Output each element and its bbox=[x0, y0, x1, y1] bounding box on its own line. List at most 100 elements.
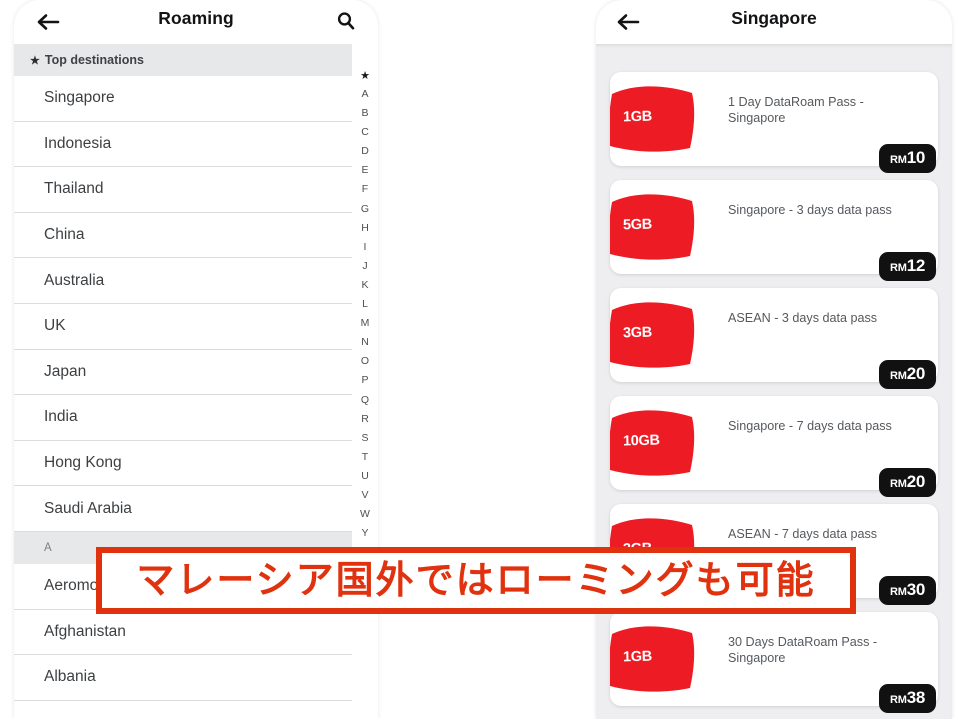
list-item[interactable]: Singapore bbox=[14, 76, 378, 122]
price-currency: RM bbox=[889, 478, 907, 490]
index-letter[interactable]: T bbox=[362, 448, 368, 467]
index-letter[interactable]: S bbox=[361, 429, 368, 448]
pass-title: 1 Day DataRoam Pass - Singapore bbox=[728, 95, 864, 125]
list-item[interactable]: India bbox=[14, 395, 378, 441]
pass-list[interactable]: 1GB 1 Day DataRoam Pass - Singapore RM10… bbox=[596, 44, 952, 719]
price-currency: RM bbox=[889, 370, 907, 382]
data-quota-blob: 5GB bbox=[610, 188, 714, 266]
data-quota-blob: 3GB bbox=[610, 296, 714, 374]
list-item[interactable]: China bbox=[14, 213, 378, 259]
data-quota-label: 3GB bbox=[622, 324, 653, 342]
index-letter[interactable]: F bbox=[362, 180, 368, 199]
price-badge: RM10 bbox=[878, 144, 936, 173]
caption-overlay: マレーシア国外ではローミングも可能 bbox=[96, 547, 856, 614]
list-item[interactable]: Indonesia bbox=[14, 122, 378, 168]
index-letter-star[interactable]: ★ bbox=[360, 68, 370, 85]
list-item[interactable]: Afghanistan bbox=[14, 610, 378, 656]
country-label: Thailand bbox=[44, 180, 104, 198]
price-amount: 10 bbox=[906, 148, 926, 167]
pass-card[interactable]: 3GB ASEAN - 3 days data pass RM20 bbox=[610, 288, 938, 389]
country-label: UK bbox=[44, 317, 66, 335]
index-letter[interactable]: M bbox=[361, 314, 370, 333]
index-letter[interactable]: W bbox=[360, 505, 370, 524]
country-label: Albania bbox=[44, 668, 96, 686]
pass-title: ASEAN - 7 days data pass bbox=[728, 527, 878, 541]
index-letter[interactable]: D bbox=[361, 142, 369, 161]
data-quota-label: 1GB bbox=[622, 108, 653, 126]
country-list[interactable]: ★ Top destinations Singapore Indonesia T… bbox=[14, 44, 378, 719]
index-letter[interactable]: J bbox=[362, 257, 367, 276]
data-quota-label: 1GB bbox=[622, 648, 653, 666]
price-badge: RM38 bbox=[878, 684, 936, 713]
country-label: Australia bbox=[44, 271, 105, 289]
index-letter[interactable]: H bbox=[361, 219, 369, 238]
country-label: Indonesia bbox=[44, 134, 112, 152]
index-letter[interactable]: B bbox=[361, 104, 368, 123]
price-badge: RM20 bbox=[878, 468, 936, 497]
country-label: Afghanistan bbox=[44, 622, 126, 640]
index-letter[interactable]: P bbox=[361, 371, 368, 390]
price-currency: RM bbox=[889, 586, 907, 598]
data-quota-blob: 1GB bbox=[610, 620, 714, 698]
page-title: Singapore bbox=[731, 8, 817, 28]
country-label: Singapore bbox=[44, 89, 115, 107]
star-icon: ★ bbox=[30, 54, 40, 67]
price-amount: 20 bbox=[906, 472, 926, 491]
pass-card[interactable]: 5GB Singapore - 3 days data pass RM12 bbox=[610, 180, 938, 281]
list-item[interactable]: UK bbox=[14, 304, 378, 350]
price-currency: RM bbox=[889, 262, 907, 274]
country-label: Saudi Arabia bbox=[44, 499, 132, 517]
index-letter[interactable]: G bbox=[361, 200, 369, 219]
index-letter[interactable]: L bbox=[362, 295, 368, 314]
section-header-label: Top destinations bbox=[44, 53, 144, 67]
data-quota-blob: 10GB bbox=[610, 404, 714, 482]
data-quota-label: 10GB bbox=[622, 432, 660, 450]
pass-card[interactable]: 1GB 1 Day DataRoam Pass - Singapore RM10 bbox=[610, 72, 938, 173]
index-letter[interactable]: I bbox=[364, 238, 367, 257]
price-currency: RM bbox=[889, 154, 907, 166]
pass-card[interactable]: 10GB Singapore - 7 days data pass RM20 bbox=[610, 396, 938, 497]
index-letter[interactable]: C bbox=[361, 123, 369, 142]
search-icon[interactable] bbox=[334, 9, 358, 33]
index-letter[interactable]: R bbox=[361, 410, 369, 429]
country-label: Hong Kong bbox=[44, 454, 122, 472]
list-item[interactable]: Japan bbox=[14, 350, 378, 396]
index-letter[interactable]: Y bbox=[361, 524, 368, 543]
country-label: India bbox=[44, 408, 78, 426]
price-badge: RM12 bbox=[878, 252, 936, 281]
price-amount: 30 bbox=[906, 580, 926, 599]
pass-title: ASEAN - 3 days data pass bbox=[728, 311, 878, 325]
right-app-bar: Singapore bbox=[596, 0, 952, 44]
country-label: China bbox=[44, 226, 85, 244]
index-letter[interactable]: O bbox=[361, 352, 369, 371]
caption-text: マレーシア国外ではローミングも可能 bbox=[136, 557, 816, 602]
index-letter[interactable]: Q bbox=[361, 391, 369, 410]
page-title: Roaming bbox=[158, 8, 234, 28]
alphabet-index[interactable]: ★ A B C D E F G H I J K L M N O P Q R S … bbox=[352, 44, 378, 719]
index-letter[interactable]: U bbox=[361, 467, 369, 486]
index-letter[interactable]: A bbox=[361, 85, 368, 104]
country-label: Japan bbox=[44, 362, 87, 380]
data-quota-blob: 1GB bbox=[610, 80, 714, 158]
price-badge: RM30 bbox=[878, 576, 936, 605]
pass-title: 30 Days DataRoam Pass - Singapore bbox=[728, 635, 878, 665]
price-amount: 20 bbox=[906, 364, 926, 383]
list-item[interactable]: Australia bbox=[14, 258, 378, 304]
price-amount: 38 bbox=[906, 688, 926, 707]
index-letter[interactable]: N bbox=[361, 333, 369, 352]
list-item[interactable]: Albania bbox=[14, 655, 378, 701]
price-amount: 12 bbox=[906, 256, 926, 275]
pass-title: Singapore - 3 days data pass bbox=[728, 203, 892, 217]
index-letter[interactable]: K bbox=[361, 276, 368, 295]
price-badge: RM20 bbox=[878, 360, 936, 389]
list-item[interactable]: Thailand bbox=[14, 167, 378, 213]
left-app-bar: Roaming bbox=[14, 0, 378, 44]
pass-title: Singapore - 7 days data pass bbox=[728, 419, 892, 433]
list-item[interactable]: Saudi Arabia bbox=[14, 486, 378, 532]
data-quota-label: 5GB bbox=[622, 216, 653, 234]
section-header-top-destinations: ★ Top destinations bbox=[14, 44, 378, 76]
index-letter[interactable]: E bbox=[361, 161, 368, 180]
index-letter[interactable]: V bbox=[361, 486, 368, 505]
pass-card[interactable]: 1GB 30 Days DataRoam Pass - Singapore RM… bbox=[610, 612, 938, 713]
list-item[interactable]: Hong Kong bbox=[14, 441, 378, 487]
